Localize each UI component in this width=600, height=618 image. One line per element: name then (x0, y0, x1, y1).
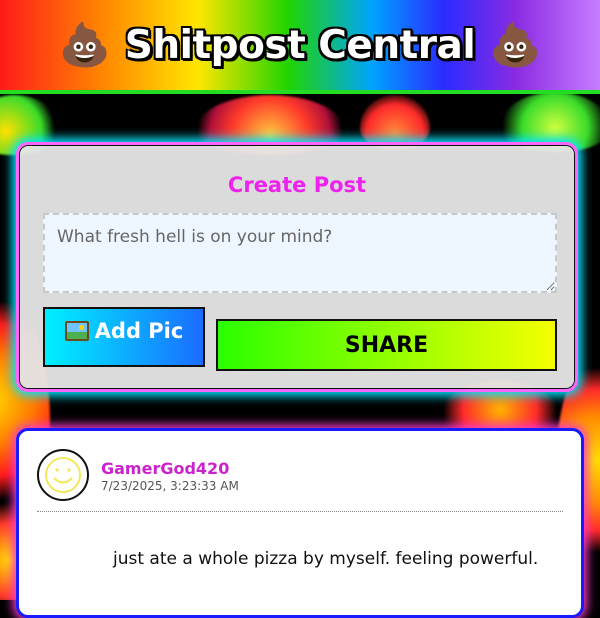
post-body: just ate a whole pizza by myself. feelin… (113, 549, 539, 569)
pile-of-poo-icon: 💩 (489, 21, 542, 68)
site-header: 💩 Shitpost Central 💩 (0, 0, 600, 94)
smiley-face-icon (45, 457, 81, 493)
header-title-group: 💩 Shitpost Central 💩 (58, 23, 541, 68)
create-post-card: Create Post Add Pic SHARE (16, 142, 578, 392)
create-post-title: Create Post (227, 173, 367, 197)
share-label: SHARE (344, 332, 429, 358)
share-button[interactable]: SHARE (216, 319, 557, 371)
site-title: Shitpost Central (124, 22, 476, 68)
framed-picture-icon (64, 321, 89, 341)
post-timestamp: 7/23/2025, 3:23:33 AM (101, 479, 239, 493)
add-pic-label: Add Pic (94, 319, 184, 343)
post-text-input[interactable] (43, 213, 557, 293)
pile-of-poo-icon: 💩 (58, 21, 111, 68)
post-card: GamerGod420 7/23/2025, 3:23:33 AM just a… (16, 428, 584, 618)
avatar[interactable] (37, 449, 89, 501)
add-pic-button[interactable]: Add Pic (43, 307, 205, 367)
post-author[interactable]: GamerGod420 (101, 459, 229, 478)
post-divider (37, 511, 563, 512)
